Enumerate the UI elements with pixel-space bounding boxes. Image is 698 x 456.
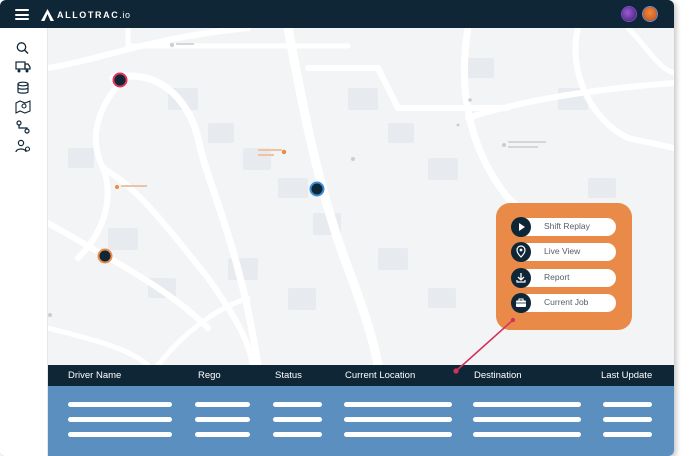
cell-placeholder bbox=[273, 417, 322, 422]
cell-placeholder bbox=[473, 402, 581, 407]
report-button[interactable]: Report bbox=[511, 268, 616, 288]
app-window: ALLOTRAC.io Shift Replay Live View Repor… bbox=[0, 0, 674, 456]
cell-placeholder bbox=[273, 402, 322, 407]
brand-tld: .io bbox=[119, 9, 131, 20]
user-avatar-icon[interactable] bbox=[622, 7, 636, 21]
download-icon bbox=[511, 268, 531, 288]
driver-marker[interactable] bbox=[112, 72, 128, 88]
notification-avatar-icon[interactable] bbox=[643, 7, 657, 21]
database-icon[interactable] bbox=[15, 81, 31, 95]
map-icon[interactable] bbox=[15, 100, 31, 114]
brand-name: ALLOTRAC bbox=[57, 9, 120, 20]
menu-item-label: Current Job bbox=[544, 297, 589, 307]
column-header-destination[interactable]: Destination bbox=[474, 370, 522, 381]
route-icon[interactable] bbox=[15, 120, 31, 134]
cell-placeholder bbox=[344, 417, 452, 422]
truck-icon[interactable] bbox=[15, 60, 31, 74]
briefcase-icon bbox=[511, 293, 531, 313]
menu-item-label: Report bbox=[544, 272, 570, 282]
driver-marker[interactable] bbox=[97, 248, 113, 264]
cell-placeholder bbox=[195, 417, 250, 422]
table-header: Driver Name Rego Status Current Location… bbox=[48, 365, 674, 386]
live-view-button[interactable]: Live View bbox=[511, 242, 616, 262]
hamburger-menu-icon[interactable] bbox=[15, 9, 29, 20]
top-bar: ALLOTRAC.io bbox=[0, 0, 674, 28]
cell-placeholder bbox=[273, 432, 322, 437]
cell-placeholder bbox=[195, 432, 250, 437]
column-header-current-location[interactable]: Current Location bbox=[345, 370, 415, 381]
cell-placeholder bbox=[344, 432, 452, 437]
brand-logo[interactable]: ALLOTRAC.io bbox=[41, 8, 131, 21]
cell-placeholder bbox=[68, 417, 172, 422]
search-icon[interactable] bbox=[15, 41, 31, 55]
cell-placeholder bbox=[68, 402, 172, 407]
location-pin-icon bbox=[511, 242, 531, 262]
cell-placeholder bbox=[473, 417, 581, 422]
column-header-driver-name[interactable]: Driver Name bbox=[68, 370, 121, 381]
driver-context-menu: Shift Replay Live View Report Current Jo… bbox=[496, 203, 632, 330]
cell-placeholder bbox=[68, 432, 172, 437]
column-header-rego[interactable]: Rego bbox=[198, 370, 221, 381]
menu-item-label: Shift Replay bbox=[544, 221, 590, 231]
logo-mark-icon bbox=[41, 8, 54, 21]
cell-placeholder bbox=[473, 432, 581, 437]
shift-replay-button[interactable]: Shift Replay bbox=[511, 217, 616, 237]
cell-placeholder bbox=[603, 432, 652, 437]
column-header-last-update[interactable]: Last Update bbox=[601, 370, 652, 381]
column-header-status[interactable]: Status bbox=[275, 370, 302, 381]
driver-marker[interactable] bbox=[309, 181, 325, 197]
cell-placeholder bbox=[344, 402, 452, 407]
table-body bbox=[48, 386, 674, 456]
sidebar bbox=[0, 28, 48, 456]
cell-placeholder bbox=[195, 402, 250, 407]
cell-placeholder bbox=[603, 417, 652, 422]
user-settings-icon[interactable] bbox=[15, 139, 31, 153]
cell-placeholder bbox=[603, 402, 652, 407]
play-icon bbox=[511, 217, 531, 237]
menu-item-label: Live View bbox=[544, 246, 581, 256]
current-job-button[interactable]: Current Job bbox=[511, 293, 616, 313]
